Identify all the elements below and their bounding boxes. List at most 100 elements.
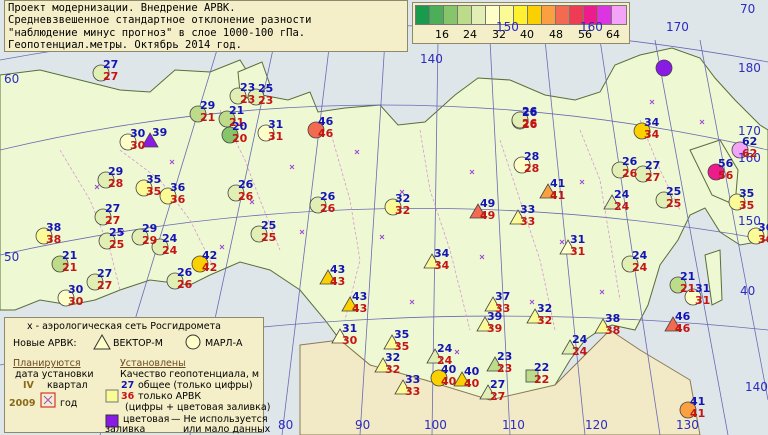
station-value-arvk: 35 [146,185,162,198]
station-value-arvk: 25 [109,238,125,251]
lon-label-130: 130 [676,418,699,432]
station-value-common: 22 [534,361,550,374]
station-value-common: 27 [490,378,506,391]
station-value-arvk: 56 [718,169,734,182]
station-value-common: 25 [261,219,277,232]
map-title-box: Проект модернизации. Внедрение АРВК. Сре… [4,0,408,52]
station-value-common: 41 [550,177,566,190]
station-value-arvk: 32 [537,314,553,327]
lon-label-120: 120 [585,418,608,432]
station-value-arvk: 24 [614,200,630,213]
station-value-arvk: 30 [342,334,358,347]
station-value-arvk: 29 [142,234,158,247]
station-value-common: 35 [394,328,410,341]
legend-title: x - аэрологическая сеть Росгидромета [27,321,221,332]
scale-label: 48 [549,28,563,41]
lat-label-60: 60 [4,72,20,86]
legend-quarter: квартал [47,380,88,391]
station-value-arvk: 41 [690,407,706,420]
station-value-common: 26 [622,155,638,168]
station-value-arvk: 26 [522,117,538,130]
station-value-common: 30 [130,127,146,140]
lon-label-80: 80 [278,418,294,432]
station-value-common: 42 [202,249,218,262]
scale-swatch [611,5,627,25]
station-value-common: 26 [177,266,193,279]
lon-label-160w: 160 [580,20,603,34]
legend-new-arvk: Новые АРВК: [13,338,77,349]
title-line-4: Геопотенциал.метры. Октябрь 2014 год. [8,39,242,52]
legend-circle-icon [185,334,201,350]
legend-quality: Качество геопотенциала, м [120,369,260,380]
lon-label-110: 110 [502,418,525,432]
legend-marl: МАРЛ-А [205,338,243,349]
station-value-arvk: 31 [695,294,711,307]
station-value-common: 40 [441,363,457,376]
legend-date-install: дата установки [15,369,94,380]
station-value-arvk: 35 [739,199,755,212]
station-value-common: 27 [645,159,661,172]
lon-label-100: 100 [424,418,447,432]
station-value-common: 30 [68,283,84,296]
station-value-arvk: 42 [202,261,218,274]
legend-fill-word: заливка [105,424,146,435]
station-value-arvk: 62 [742,147,758,160]
station-value-arvk: 38 [605,324,621,337]
legend-common: общее (только цифры) [138,380,253,391]
legend-box: x - аэрологическая сеть Росгидромета Нов… [4,317,270,435]
station-value-arvk: 25 [261,231,277,244]
title-line-3: "наблюдение минус прогноз" в слое 1000-1… [8,26,306,39]
station-value-common: 40 [464,365,480,378]
map-stage: Проект модернизации. Внедрение АРВК. Сре… [0,0,768,435]
lat-label-70: 70 [740,2,756,16]
scale-label: 24 [463,28,477,41]
station-value-common: 26 [522,105,538,118]
scale-label: 16 [435,28,449,41]
station-value-arvk: 31 [570,245,586,258]
station-value-common: 25 [258,82,274,95]
station-value-common: 38 [46,221,62,234]
station-value-common: 39 [487,310,503,323]
station-value-arvk: 27 [103,70,119,83]
station-value-arvk: 49 [480,209,496,222]
title-line-2: Средневзвешенное стандартное отклонение … [8,14,312,27]
station-value-arvk: 28 [524,162,540,175]
scale-label: 64 [606,28,620,41]
station-value-common: 31 [570,233,586,246]
station-value-common: 32 [537,302,553,315]
station-value-common: 23 [240,81,256,94]
lon-label-150w: 150 [496,20,519,34]
legend-digits-fill: (цифры + цветовая заливка) [125,402,271,413]
legend-installed: Установлены [120,358,186,369]
lon-label-140w: 140 [420,52,443,66]
station-value-common: 24 [614,188,630,201]
station-value-common: 36 [758,221,768,234]
station-value-common: 27 [105,202,121,215]
station-value-arvk: 26 [238,190,254,203]
station-value-arvk: 28 [108,177,124,190]
station-value-arvk: 26 [177,278,193,291]
legend-only-arvk: только АРВК [138,391,202,402]
station-value-common: 33 [405,373,421,386]
legend-example-blue: 27 [121,380,135,391]
station-value-common: 31 [342,322,358,335]
station-value-arvk: 30 [68,295,84,308]
station-value-common: 31 [695,282,711,295]
station-value-common: 46 [318,115,334,128]
station-value-common: 31 [268,118,284,131]
legend-vektor: ВЕКТОР-М [113,338,163,349]
legend-quality-swatch [105,389,119,403]
station-value-common: 35 [146,173,162,186]
station-value-common: 35 [739,187,755,200]
station-value-arvk: 27 [97,279,113,292]
station-value-arvk: 36 [170,193,186,206]
station-value-arvk: 39 [487,322,503,335]
station-value-arvk: 23 [497,362,513,375]
station-value-common: 23 [497,350,513,363]
station-value-arvk: 40 [441,375,457,388]
station-value-arvk: 33 [520,215,536,228]
legend-planned-box-icon [40,392,56,408]
station-value-common: 29 [200,99,216,112]
station-value-arvk: 27 [490,390,506,403]
station-value-arvk: 34 [434,259,450,272]
